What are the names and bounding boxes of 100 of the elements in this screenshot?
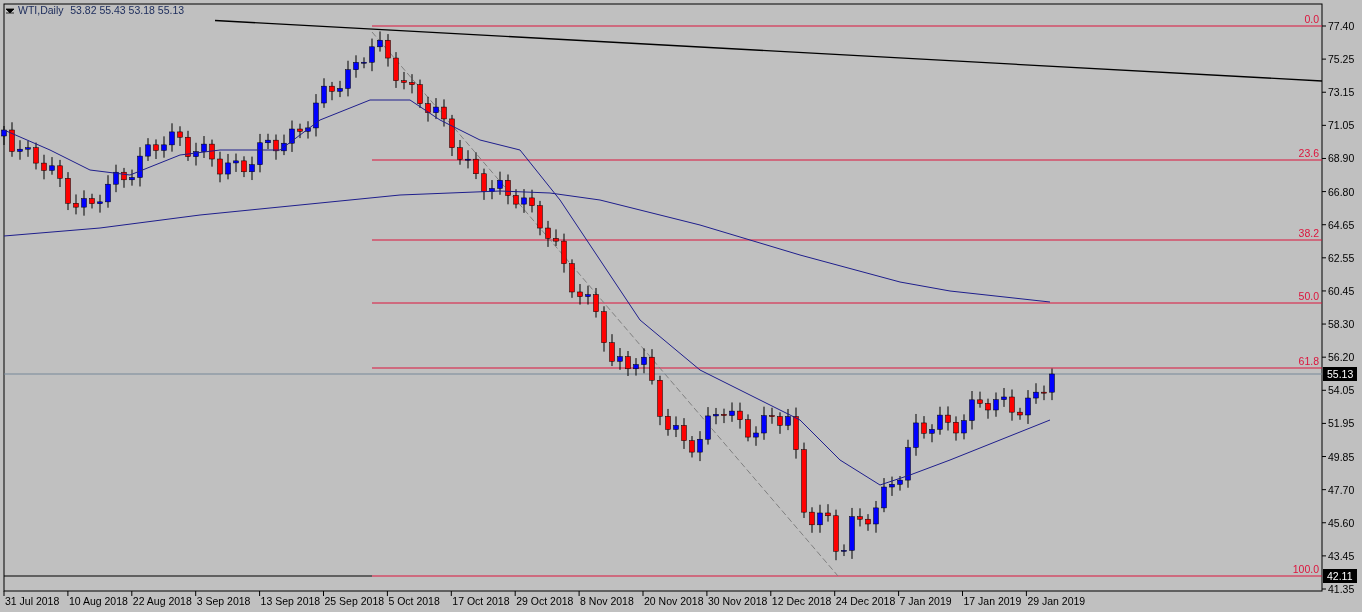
bullish-candle (889, 476, 895, 497)
bearish-candle (529, 189, 535, 213)
bearish-candle (777, 411, 783, 435)
price-axis-label: 56.20 (1328, 351, 1355, 364)
bearish-candle (865, 513, 871, 532)
bearish-candle (537, 200, 543, 236)
bullish-candle (1049, 368, 1055, 401)
bearish-candle (457, 139, 463, 166)
bearish-candle (185, 130, 191, 162)
bearish-candle (793, 407, 799, 460)
price-axis-label: 62.55 (1328, 251, 1355, 264)
bullish-candle (113, 164, 119, 193)
bullish-candle (105, 174, 111, 209)
bearish-candle (41, 154, 47, 180)
bullish-candle (201, 135, 207, 159)
bearish-candle (657, 375, 663, 426)
bearish-candle (593, 287, 599, 319)
bullish-candle (905, 439, 911, 489)
bearish-candle (809, 506, 815, 534)
date-axis-label: 30 Nov 2018 (707, 595, 768, 607)
bearish-candle (921, 415, 927, 440)
bearish-candle (209, 139, 215, 168)
date-axis-label: 22 Aug 2018 (132, 595, 192, 607)
bullish-candle (705, 406, 711, 446)
bullish-candle (849, 507, 855, 560)
price-axis-label: 71.05 (1328, 119, 1355, 132)
date-axis-label: 29 Oct 2018 (516, 595, 574, 607)
bearish-candle (241, 155, 247, 178)
bearish-candle (689, 435, 695, 458)
bullish-candle (289, 120, 295, 153)
bearish-candle (401, 71, 407, 90)
fibonacci-level-label: 100.0 (1292, 563, 1319, 575)
bullish-candle (1033, 382, 1039, 405)
bullish-candle (1, 125, 7, 146)
bullish-candle (521, 188, 527, 214)
bullish-candle (305, 120, 311, 140)
price-axis-label: 77.40 (1328, 20, 1355, 32)
bearish-candle (1041, 385, 1047, 401)
bullish-candle (49, 156, 55, 176)
date-axis-label: 8 Nov 2018 (580, 595, 634, 607)
bearish-candle (609, 333, 615, 367)
bearish-candle (665, 408, 671, 437)
bearish-candle (217, 151, 223, 183)
bearish-candle (177, 125, 183, 147)
date-axis-label: 29 Jan 2019 (1027, 595, 1086, 607)
bullish-candle (145, 137, 151, 162)
price-axis-label: 58.30 (1328, 318, 1355, 331)
date-axis-label: 31 Jul 2018 (5, 595, 60, 607)
date-axis-label: 7 Jan 2019 (899, 595, 952, 607)
bullish-candle (617, 347, 623, 371)
bullish-candle (929, 423, 935, 443)
date-axis-label: 13 Sep 2018 (260, 595, 321, 607)
bullish-candle (1001, 387, 1007, 408)
bearish-candle (649, 348, 655, 386)
bullish-candle (97, 194, 103, 214)
bearish-candle (825, 503, 831, 523)
bearish-candle (681, 417, 687, 450)
price-axis-label: 66.80 (1328, 185, 1355, 198)
bearish-candle (473, 151, 479, 180)
bearish-candle (513, 188, 519, 209)
bearish-candle (385, 33, 391, 68)
date-axis-label: 20 Nov 2018 (644, 595, 704, 607)
bearish-candle (449, 114, 455, 157)
fibonacci-level-label: 23.6 (1298, 147, 1319, 159)
bearish-candle (481, 168, 487, 201)
bullish-candle (465, 149, 471, 169)
bullish-candle (345, 60, 351, 97)
bullish-candle (697, 430, 703, 462)
bullish-candle (313, 93, 319, 137)
bullish-candle (713, 407, 719, 425)
fibonacci-level-label: 38.2 (1298, 227, 1319, 239)
bullish-candle (817, 504, 823, 534)
bullish-candle (81, 189, 87, 217)
bearish-candle (833, 509, 839, 561)
bullish-candle (753, 425, 759, 447)
bearish-candle (721, 408, 727, 424)
bearish-candle (65, 171, 71, 211)
fibonacci-level-label: 50.0 (1298, 290, 1319, 302)
bullish-candle (969, 390, 975, 430)
dropdown-triangle-icon (5, 8, 15, 14)
bearish-candle (89, 193, 95, 209)
price-axis-label: 45.60 (1328, 516, 1355, 529)
price-axis-label: 64.65 (1328, 218, 1355, 231)
bearish-candle (745, 413, 751, 442)
price-axis-label: 68.90 (1328, 152, 1355, 165)
bullish-candle (17, 139, 23, 161)
bullish-candle (225, 153, 231, 180)
bullish-candle (585, 285, 591, 306)
bearish-candle (601, 305, 607, 353)
bearish-candle (945, 405, 951, 432)
price-axis-label: 75.25 (1328, 53, 1355, 66)
bullish-candle (161, 135, 167, 159)
bearish-candle (153, 138, 159, 160)
bearish-candle (985, 398, 991, 420)
bullish-candle (729, 401, 735, 423)
price-axis-label: 43.45 (1328, 549, 1355, 562)
bearish-candle (1017, 407, 1023, 421)
bullish-candle (377, 30, 383, 53)
bullish-candle (361, 56, 367, 69)
bearish-candle (9, 121, 15, 158)
